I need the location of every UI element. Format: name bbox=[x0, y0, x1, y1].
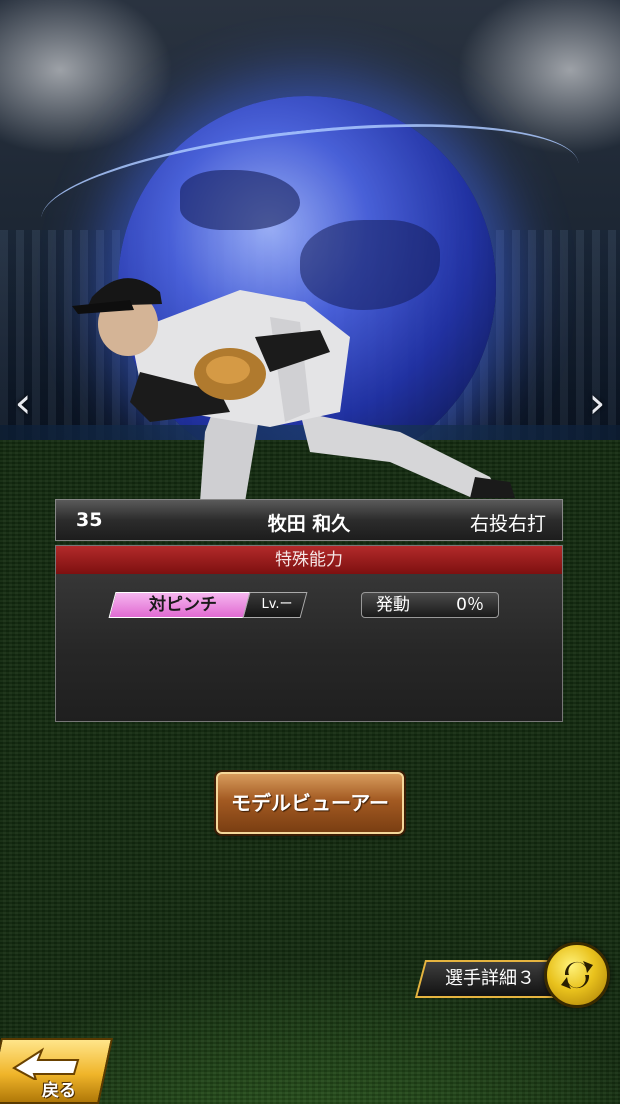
ability-name: 対ピンチ bbox=[149, 595, 217, 615]
chevron-left-icon[interactable]: ‹ bbox=[6, 380, 40, 426]
trigger-value: 0％ bbox=[456, 595, 484, 615]
player-detail-tab[interactable]: 選手詳細３ bbox=[414, 960, 566, 998]
swap-button[interactable] bbox=[544, 942, 610, 1008]
ability-level: Lv.ー bbox=[261, 597, 293, 612]
player-detail-label: 選手詳細３ bbox=[445, 968, 535, 989]
back-arrow-icon bbox=[12, 1047, 80, 1080]
model-viewer-button[interactable]: モデルビューアー bbox=[216, 772, 404, 834]
chevron-right-icon[interactable]: › bbox=[580, 380, 614, 426]
trigger-label: 発動 bbox=[376, 595, 410, 615]
player-name-bar: 35 牧田 和久 右投右打 bbox=[55, 499, 563, 541]
special-ability-panel: 特殊能力 対ピンチ Lv.ー 発動 0％ bbox=[55, 545, 563, 722]
player-figure bbox=[72, 278, 515, 502]
throw-bat-hand: 右投右打 bbox=[469, 513, 546, 535]
trigger-rate-box: 発動 0％ bbox=[361, 592, 499, 618]
back-button[interactable]: 戻る bbox=[0, 1038, 114, 1104]
ability-panel-header: 特殊能力 bbox=[56, 546, 562, 574]
swap-arrows-icon bbox=[561, 961, 593, 989]
back-label: 戻る bbox=[42, 1081, 76, 1101]
ability-tag[interactable]: 対ピンチ Lv.ー bbox=[108, 592, 308, 618]
